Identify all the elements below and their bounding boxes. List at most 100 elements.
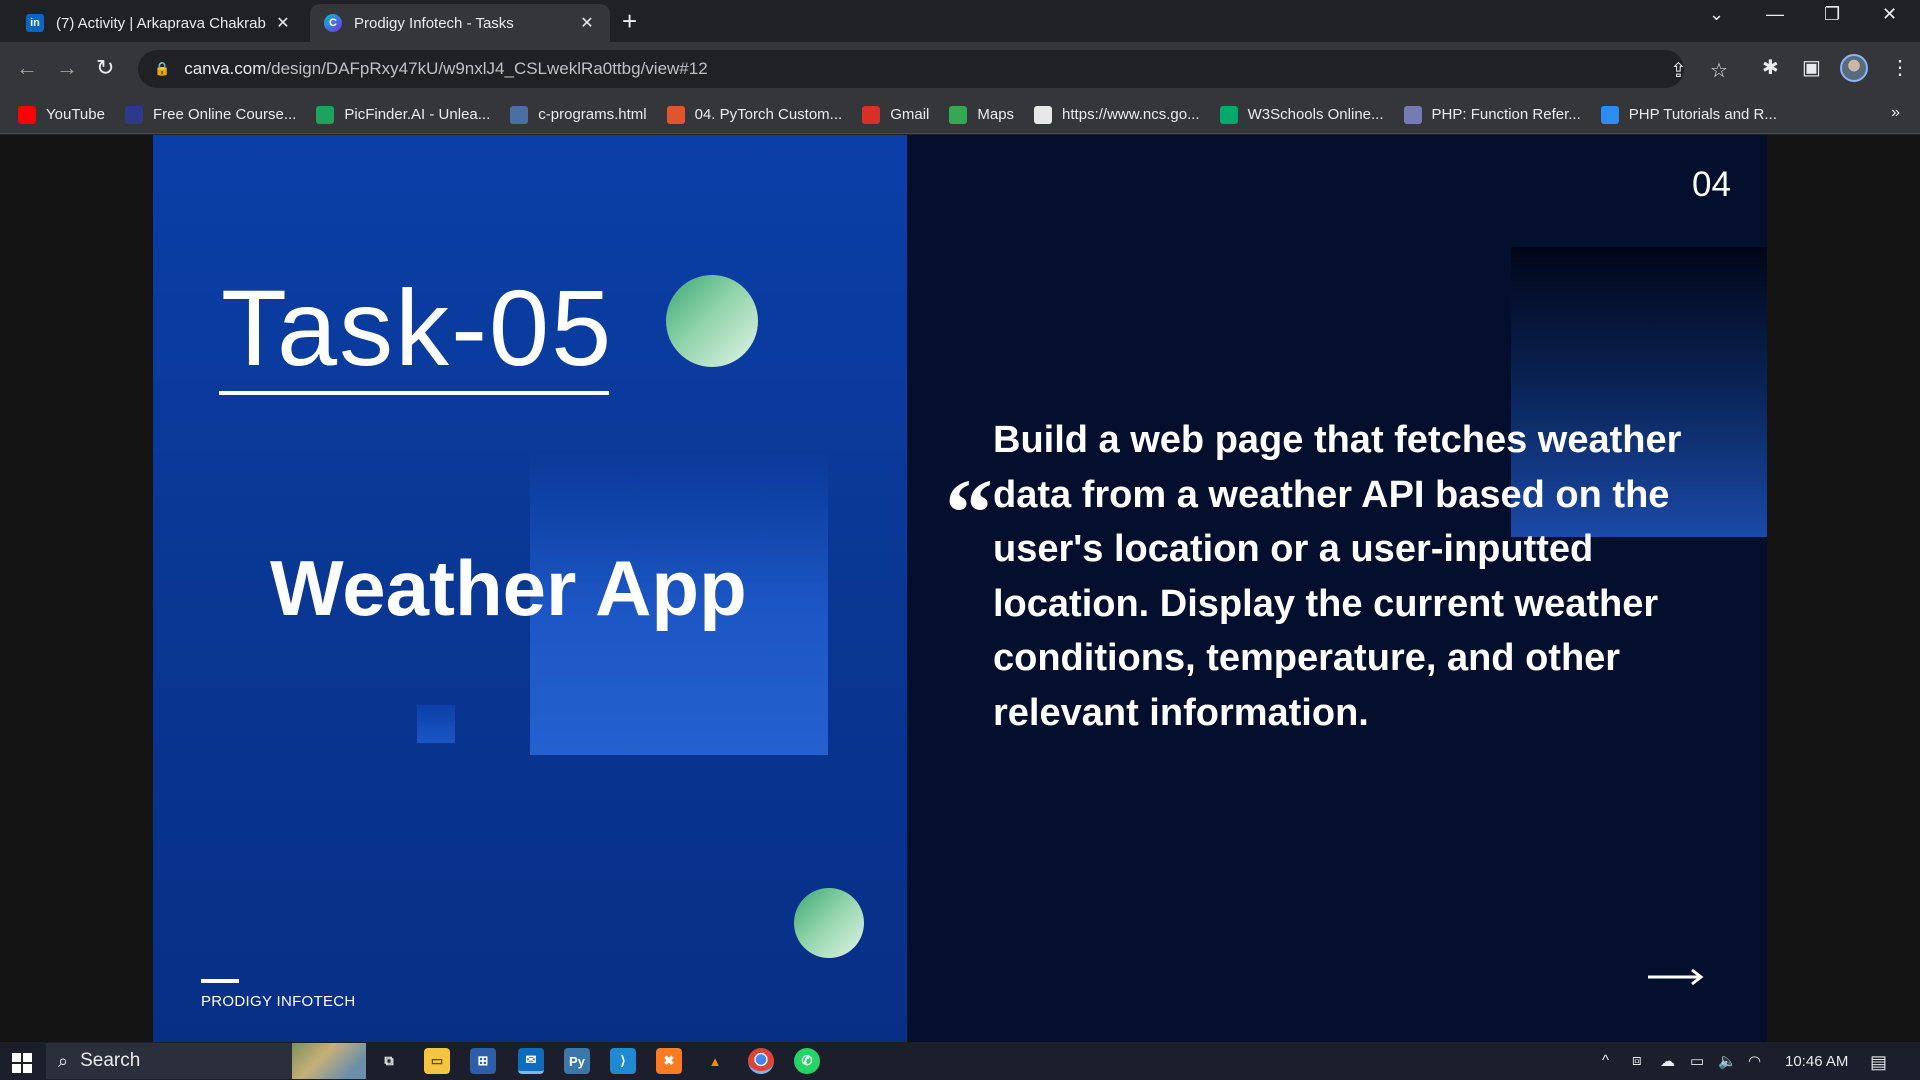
bookmark-label: W3Schools Online... (1247, 106, 1384, 123)
php-icon (1403, 105, 1422, 124)
task-description: Build a web page that fetches weather da… (993, 419, 1682, 734)
linkedin-icon: in (26, 14, 44, 32)
microsoft-store-icon[interactable]: ⊞ (470, 1048, 496, 1074)
taskbar-search[interactable]: ⌕ Search (46, 1043, 366, 1079)
tab-linkedin[interactable]: in (7) Activity | Arkaprava Chakrab ✕ (12, 4, 306, 42)
minimize-button[interactable]: — (1766, 4, 1784, 25)
taskbar-clock[interactable]: 10:46 AM (1785, 1053, 1848, 1070)
decorative-square (417, 705, 455, 743)
windows-taskbar: ⌕ Search ⧉ ▭ ⊞ ✉ Py ⟩ ✖ ▲ ✆ ^ ⧈ ☁ ▭ 🔈 ◠ … (0, 1042, 1920, 1080)
whatsapp-icon[interactable]: ✆ (794, 1048, 820, 1074)
pytorch-icon (666, 105, 685, 124)
browser-tabstrip: in (7) Activity | Arkaprava Chakrab ✕ C … (0, 0, 1920, 42)
bookmark-label: PicFinder.AI - Unlea... (344, 106, 491, 123)
profile-avatar[interactable] (1840, 54, 1868, 82)
title-underline (219, 391, 609, 395)
decorative-circle (794, 888, 864, 958)
bookmark-item[interactable]: Gmail (862, 105, 930, 124)
address-bar[interactable]: 🔒 canva.com/design/DAFpRxy47kU/w9nxlJ4_C… (138, 50, 1728, 88)
picfinder-icon (316, 105, 335, 124)
volume-icon[interactable]: 🔈 (1718, 1052, 1737, 1070)
browser-toolbar: ← → ↻ 🔒 canva.com/design/DAFpRxy47kU/w9n… (0, 42, 1920, 96)
search-highlight-image (292, 1043, 366, 1079)
tab-prodigy[interactable]: C Prodigy Infotech - Tasks ✕ (310, 4, 610, 42)
menu-icon[interactable]: ⋮ (1890, 55, 1910, 80)
bookmark-label: https://www.ncs.go... (1062, 106, 1200, 123)
new-tab-button[interactable]: + (622, 8, 637, 34)
close-window-button[interactable]: ✕ (1882, 4, 1897, 25)
page-viewport: Task-05 Weather App PRODIGY INFOTECH 04 … (0, 135, 1920, 1042)
bookmark-label: YouTube (46, 106, 105, 123)
tab-search-icon[interactable]: ⌄ (1709, 4, 1724, 25)
gmail-icon (862, 105, 881, 124)
close-tab-icon[interactable]: ✕ (578, 13, 596, 33)
lock-icon: 🔒 (154, 61, 171, 76)
python-idle-icon[interactable]: Py (564, 1048, 590, 1074)
vlc-icon[interactable]: ▲ (702, 1048, 728, 1074)
next-arrow-icon[interactable] (1648, 967, 1704, 987)
ncs-icon (1034, 105, 1053, 124)
file-explorer-icon[interactable]: ▭ (424, 1048, 450, 1074)
php-tutorials-icon (1600, 105, 1619, 124)
vscode-icon[interactable]: ⟩ (610, 1048, 636, 1074)
extensions-icon[interactable]: ✱ (1762, 55, 1779, 80)
tab-title: Prodigy Infotech - Tasks (354, 14, 514, 32)
canva-icon: C (324, 14, 342, 32)
back-button[interactable]: ← (16, 56, 38, 80)
app-title: Weather App (270, 544, 747, 632)
maps-icon (949, 105, 968, 124)
share-icon[interactable]: ⇪ (1670, 58, 1687, 83)
presentation-slide: Task-05 Weather App PRODIGY INFOTECH 04 … (153, 135, 1767, 1042)
bookmark-star-icon[interactable]: ☆ (1710, 58, 1728, 83)
bookmark-item[interactable]: 04. PyTorch Custom... (666, 105, 843, 124)
bookmarks-bar: YouTube Free Online Course... PicFinder.AI… (0, 96, 1920, 134)
task-view-icon[interactable]: ⧉ (376, 1048, 402, 1074)
wifi-icon[interactable]: ◠ (1748, 1052, 1761, 1070)
forward-button[interactable]: → (56, 56, 78, 80)
task-title: Task-05 (221, 267, 614, 388)
search-icon: ⌕ (58, 1050, 69, 1071)
chrome-icon[interactable] (748, 1048, 774, 1074)
bookmark-item[interactable]: YouTube (18, 105, 105, 124)
onedrive-icon[interactable]: ☁ (1660, 1052, 1675, 1070)
tray-overflow-icon[interactable]: ^ (1602, 1052, 1609, 1069)
bookmark-item[interactable]: PHP Tutorials and R... (1600, 105, 1777, 124)
url-text: canva.com/design/DAFpRxy47kU/w9nxlJ4_CSL… (184, 59, 708, 78)
battery-icon[interactable]: ▭ (1690, 1052, 1704, 1070)
bookmark-label: Free Online Course... (152, 106, 297, 123)
search-placeholder: Search (80, 1050, 141, 1071)
bookmark-label: Maps (977, 106, 1015, 123)
bookmark-item[interactable]: https://www.ncs.go... (1034, 105, 1200, 124)
bookmark-item[interactable]: PicFinder.AI - Unlea... (316, 105, 491, 124)
bookmark-item[interactable]: PHP: Function Refer... (1403, 105, 1581, 124)
reload-button[interactable]: ↻ (96, 56, 114, 80)
course-icon (124, 105, 143, 124)
side-panel-icon[interactable]: ▣ (1802, 55, 1821, 80)
meet-now-icon[interactable]: ⧈ (1632, 1052, 1642, 1069)
bookmark-item[interactable]: Maps (949, 105, 1015, 124)
bookmark-label: c-programs.html (538, 106, 647, 123)
decorative-circle (666, 275, 758, 367)
mail-icon[interactable]: ✉ (518, 1048, 544, 1074)
windows-start-icon[interactable] (12, 1053, 32, 1073)
xampp-icon[interactable]: ✖ (656, 1048, 682, 1074)
close-tab-icon[interactable]: ✕ (274, 13, 292, 33)
brand-line (201, 979, 239, 983)
file-icon (510, 105, 529, 124)
bookmark-label: Gmail (890, 106, 930, 123)
restore-button[interactable]: ❐ (1824, 4, 1840, 25)
bookmark-label: PHP: Function Refer... (1431, 106, 1581, 123)
notifications-icon[interactable]: ▤ (1870, 1052, 1887, 1073)
bookmark-item[interactable]: Free Online Course... (124, 105, 297, 124)
page-number: 04 (1692, 165, 1731, 204)
brand-label: PRODIGY INFOTECH (201, 993, 356, 1010)
tab-title: (7) Activity | Arkaprava Chakrab (56, 14, 266, 32)
bookmark-label: 04. PyTorch Custom... (694, 106, 843, 123)
more-bookmarks-button[interactable]: » (1891, 104, 1900, 122)
quote-icon: “ (945, 459, 993, 566)
bookmark-item[interactable]: c-programs.html (510, 105, 647, 124)
bookmark-label: PHP Tutorials and R... (1628, 106, 1777, 123)
w3schools-icon (1219, 105, 1238, 124)
youtube-icon (18, 105, 36, 124)
bookmark-item[interactable]: W3Schools Online... (1219, 105, 1384, 124)
